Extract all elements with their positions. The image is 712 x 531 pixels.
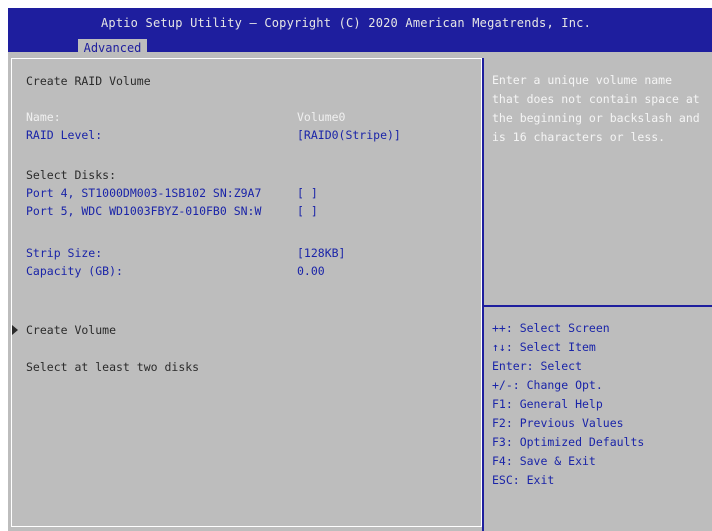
status-message: Select at least two disks: [26, 360, 200, 374]
raid-level-value[interactable]: [RAID0(Stripe)]: [297, 127, 401, 143]
key-esc-exit: ESC: Exit: [492, 473, 555, 487]
capacity-value: 0.00: [297, 264, 325, 278]
create-volume-button[interactable]: Create Volume: [26, 322, 116, 338]
key-optimized-defaults: F3: Optimized Defaults: [492, 435, 645, 449]
disk-port5-label[interactable]: Port 5, WDC WD1003FBYZ-010FB0 SN:W: [26, 203, 261, 219]
help-text-line: the beginning or backslash and: [492, 111, 700, 125]
submenu-arrow-icon: [12, 325, 18, 335]
section-title: Create RAID Volume: [26, 74, 151, 88]
help-panel: Enter a unique volume name that does not…: [482, 58, 712, 531]
name-label[interactable]: Name:: [26, 109, 61, 125]
name-value[interactable]: Volume0: [297, 109, 345, 125]
header-title: Aptio Setup Utility – Copyright (C) 2020…: [100, 16, 592, 30]
header-bar: Aptio Setup Utility – Copyright (C) 2020…: [8, 8, 712, 58]
key-select-screen: ++: Select Screen: [492, 321, 610, 335]
disk-port4-checkbox[interactable]: [ ]: [297, 185, 318, 201]
key-save-exit: F4: Save & Exit: [492, 454, 596, 468]
raid-level-label[interactable]: RAID Level:: [26, 127, 102, 143]
key-enter-select: Enter: Select: [492, 359, 583, 373]
key-select-item: ↑↓: Select Item: [492, 340, 596, 354]
help-text-line: Enter a unique volume name: [492, 73, 673, 87]
key-general-help: F1: General Help: [492, 397, 603, 411]
disk-port4-label[interactable]: Port 4, ST1000DM003-1SB102 SN:Z9A7: [26, 185, 261, 201]
strip-size-label[interactable]: Strip Size:: [26, 245, 102, 261]
disk-port5-checkbox[interactable]: [ ]: [297, 203, 318, 219]
help-text-line: is 16 characters or less.: [492, 130, 666, 144]
bios-screen: Aptio Setup Utility – Copyright (C) 2020…: [0, 0, 712, 531]
key-previous-values: F2: Previous Values: [492, 416, 624, 430]
help-divider: [484, 305, 712, 307]
help-text-line: that does not contain space at: [492, 92, 700, 106]
key-change-opt: +/-: Change Opt.: [492, 378, 603, 392]
main-area: Create RAID Volume Name: Volume0 RAID Le…: [8, 52, 712, 531]
capacity-label: Capacity (GB):: [26, 264, 123, 278]
select-disks-label: Select Disks:: [26, 168, 117, 182]
strip-size-value[interactable]: [128KB]: [297, 245, 345, 261]
settings-panel: Create RAID Volume Name: Volume0 RAID Le…: [11, 58, 482, 527]
